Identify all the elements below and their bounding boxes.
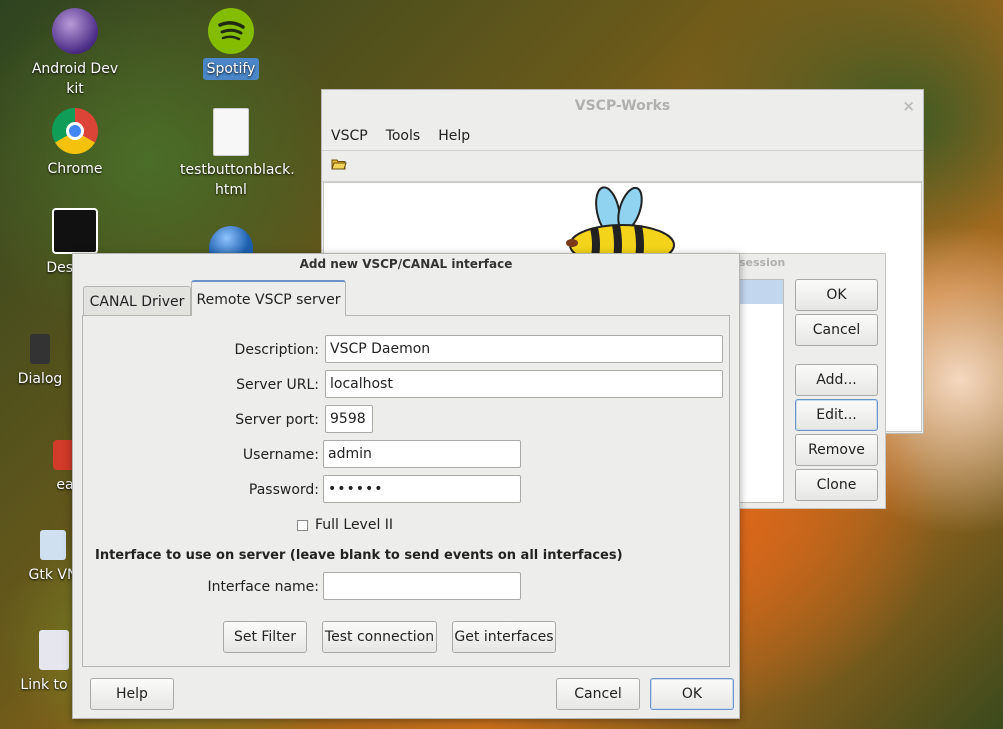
server-url-field[interactable]: localhost — [325, 370, 723, 398]
link-icon — [39, 630, 69, 670]
username-field[interactable]: admin — [323, 440, 521, 468]
desktop-icon-android-dev-kit[interactable]: Android Dev kit — [20, 8, 130, 100]
get-interfaces-button[interactable]: Get interfaces — [452, 621, 556, 653]
session-clone-button[interactable]: Clone — [795, 469, 878, 501]
eclipse-icon — [52, 8, 98, 54]
session-add-button[interactable]: Add... — [795, 364, 878, 396]
desktop-icon-label: testbuttonblack. — [180, 162, 295, 178]
desktop-icon-label-2: html — [215, 182, 247, 198]
monitor-icon — [40, 530, 66, 560]
close-icon[interactable]: × — [902, 90, 915, 122]
cancel-button[interactable]: Cancel — [556, 678, 640, 710]
desktop-icon-label: Dialog — [17, 371, 63, 387]
chrome-icon — [52, 108, 98, 154]
session-cancel-button[interactable]: Cancel — [795, 314, 878, 346]
interface-name-field[interactable] — [323, 572, 521, 600]
remote-server-panel: Description: VSCP Daemon Server URL: loc… — [82, 315, 730, 667]
test-connection-button[interactable]: Test connection — [322, 621, 437, 653]
menu-vscp[interactable]: VSCP — [322, 128, 377, 144]
spotify-icon — [208, 8, 254, 54]
description-label: Description: — [234, 342, 319, 358]
desktop-icon-label: Chrome — [47, 161, 103, 177]
design-app-icon — [52, 208, 98, 254]
menu-help[interactable]: Help — [429, 128, 479, 144]
window-title: VSCP-Works × — [322, 90, 923, 122]
file-icon — [213, 108, 249, 156]
desktop-icon-testbuttonblack[interactable]: testbuttonblack. html — [176, 108, 295, 200]
session-dialog-title: session — [739, 256, 786, 269]
bee-logo-icon — [566, 186, 675, 253]
session-remove-button[interactable]: Remove — [795, 434, 878, 466]
dialog-app-icon — [30, 334, 50, 364]
full-level-ii-checkbox[interactable] — [297, 520, 308, 531]
server-port-label: Server port: — [235, 412, 319, 428]
server-url-label: Server URL: — [236, 377, 319, 393]
interface-note: Interface to use on server (leave blank … — [95, 548, 623, 563]
desktop-icon-label: Android Dev kit — [31, 61, 119, 97]
set-filter-button[interactable]: Set Filter — [223, 621, 307, 653]
session-edit-button[interactable]: Edit... — [795, 399, 878, 431]
session-dialog: session OK Cancel Add... Edit... Remove … — [728, 253, 886, 509]
toolbar — [322, 151, 923, 182]
menubar: VSCP Tools Help — [322, 122, 923, 151]
dialog-title: Add new VSCP/CANAL interface — [299, 257, 513, 271]
password-field[interactable]: •••••• — [323, 475, 521, 503]
ok-button[interactable]: OK — [650, 678, 734, 710]
username-label: Username: — [242, 447, 319, 463]
menu-tools[interactable]: Tools — [377, 128, 430, 144]
description-field[interactable]: VSCP Daemon — [325, 335, 723, 363]
help-button[interactable]: Help — [90, 678, 174, 710]
add-interface-dialog: Add new VSCP/CANAL interface CANAL Drive… — [72, 253, 740, 719]
tab-canal-driver[interactable]: CANAL Driver — [83, 286, 191, 316]
window-title-text: VSCP-Works — [574, 98, 671, 114]
desktop-icon-spotify[interactable]: Spotify — [176, 8, 286, 80]
password-label: Password: — [248, 482, 319, 498]
server-port-field[interactable]: 9598 — [325, 405, 373, 433]
thunderbird-icon — [209, 226, 253, 256]
tab-remote-vscp-server[interactable]: Remote VSCP server — [191, 280, 346, 316]
desktop-icon-chrome[interactable]: Chrome — [20, 108, 130, 180]
open-folder-icon[interactable] — [331, 157, 347, 175]
session-ok-button[interactable]: OK — [795, 279, 878, 311]
desktop-icon-label: Spotify — [202, 58, 260, 80]
full-level-ii-label: Full Level II — [315, 517, 394, 533]
interface-name-label: Interface name: — [207, 579, 319, 595]
desktop-icon-dialog[interactable]: Dialog — [0, 334, 80, 390]
